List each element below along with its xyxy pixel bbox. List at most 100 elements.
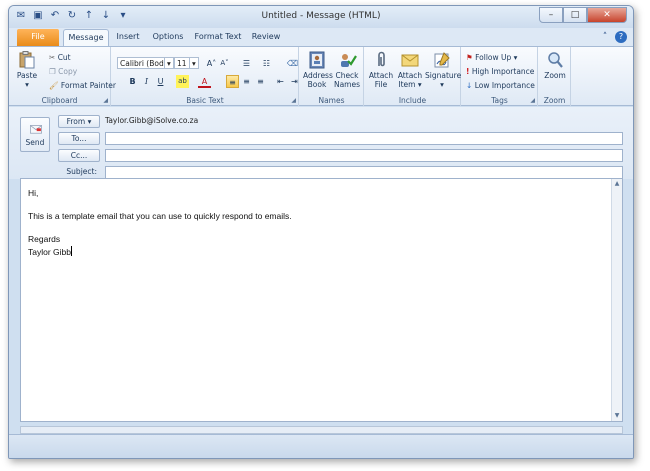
cut-button[interactable]: ✂ Cut — [49, 53, 71, 62]
tab-insert[interactable]: Insert — [111, 29, 145, 46]
tags-launcher-icon[interactable]: ◢ — [530, 97, 535, 104]
paste-button[interactable]: Paste ▾ — [15, 50, 39, 89]
tags-group-label: Tags — [491, 96, 508, 105]
low-importance-button[interactable]: ↓ Low Importance — [466, 81, 535, 90]
underline-button[interactable]: U — [154, 75, 167, 88]
status-bar — [9, 434, 633, 458]
greeting-line: Hi, — [28, 188, 39, 198]
align-center-button[interactable]: ≡ — [240, 75, 253, 88]
cc-button[interactable]: Cc... — [58, 149, 100, 162]
font-selector[interactable]: Calibri (Bod ▾ — [117, 57, 174, 69]
align-right-icon: ≡ — [257, 77, 264, 86]
clipboard-group-label: Clipboard — [41, 96, 78, 105]
from-address: Taylor.Gibb@iSolve.co.za — [105, 116, 199, 125]
paintbrush-icon: 🖌 — [49, 81, 59, 90]
include-group: Attach File Attach Item ▾ Signature ▾ Inclu… — [365, 47, 461, 106]
grow-font-button[interactable]: A˄ — [205, 57, 218, 70]
text-caret — [71, 245, 72, 256]
bullets-button[interactable]: ☰ — [240, 57, 253, 70]
scroll-down-icon[interactable]: ▼ — [612, 411, 622, 421]
clear-formatting-button[interactable]: ⌫ — [286, 57, 299, 70]
people-pane-bar[interactable] — [20, 426, 623, 434]
body-line: This is a template email that you can us… — [28, 211, 292, 221]
high-importance-icon: ! — [466, 67, 470, 76]
align-left-icon: ≡ — [229, 78, 236, 87]
signature-icon — [434, 52, 450, 68]
paste-icon — [19, 51, 35, 69]
tab-options[interactable]: Options — [147, 29, 189, 46]
message-text[interactable]: Hi, This is a template email that you ca… — [28, 188, 292, 258]
font-color-button[interactable]: A — [198, 75, 211, 88]
window-controls: – □ ✕ — [539, 7, 627, 23]
names-group-label: Names — [318, 96, 345, 105]
align-center-icon: ≡ — [243, 77, 250, 86]
magnifier-icon — [548, 52, 563, 68]
font-size-selector[interactable]: 11 ▾ — [174, 57, 199, 69]
check-names-icon — [341, 54, 357, 67]
copy-icon: ❐ — [49, 67, 56, 76]
zoom-group: Zoom Zoom — [539, 47, 571, 106]
to-field[interactable] — [105, 132, 623, 145]
low-importance-icon: ↓ — [466, 81, 473, 90]
shrink-font-button[interactable]: A˅ — [218, 57, 231, 70]
clipboard-launcher-icon[interactable]: ◢ — [103, 97, 108, 104]
tab-file[interactable]: File — [17, 29, 59, 46]
subject-label: Subject: — [66, 167, 97, 176]
tab-message[interactable]: Message — [63, 29, 109, 46]
attach-file-button[interactable]: Attach File — [368, 50, 394, 89]
ribbon: Paste ▾ ✂ Cut ❐ Copy 🖌 Format Painter Cli… — [9, 46, 633, 106]
italic-button[interactable]: I — [140, 75, 153, 88]
copy-button[interactable]: ❐ Copy — [49, 67, 77, 76]
help-icon[interactable]: ? — [615, 31, 627, 43]
align-left-button[interactable]: ≡ — [226, 75, 239, 88]
message-header: Send From ▾ Taylor.Gibb@iSolve.co.za To.… — [9, 107, 633, 179]
minimize-button[interactable]: – — [539, 7, 563, 23]
include-group-label: Include — [398, 96, 427, 105]
zoom-button[interactable]: Zoom — [541, 50, 569, 80]
scroll-up-icon[interactable]: ▲ — [612, 179, 622, 189]
signature-line: Taylor Gibb — [28, 245, 72, 257]
vertical-scrollbar[interactable]: ▲ ▼ — [611, 179, 622, 421]
decrease-indent-icon: ⇤ — [277, 77, 284, 86]
from-button[interactable]: From ▾ — [58, 115, 100, 128]
cc-field[interactable] — [105, 149, 623, 162]
send-icon — [30, 125, 42, 134]
tab-format-text[interactable]: Format Text — [191, 29, 245, 46]
follow-up-button[interactable]: ⚑ Follow Up ▾ — [466, 53, 517, 62]
title-bar: ✉ ▣ ↶ ↻ ↑ ↓ ▾ Untitled - Message (HTML) … — [9, 6, 633, 28]
minimize-ribbon-icon[interactable]: ˄ — [599, 31, 611, 43]
basic-text-launcher-icon[interactable]: ◢ — [291, 97, 296, 104]
address-book-button[interactable]: Address Book — [303, 50, 333, 89]
clipboard-group: Paste ▾ ✂ Cut ❐ Copy 🖌 Format Painter Cli… — [9, 47, 116, 106]
paperclip-icon — [378, 51, 385, 67]
tags-group: ⚑ Follow Up ▾ ! High Importance ↓ Low Im… — [462, 47, 538, 106]
eraser-icon: ⌫ — [286, 59, 299, 68]
flag-icon: ⚑ — [466, 53, 473, 62]
format-painter-button[interactable]: 🖌 Format Painter — [49, 81, 116, 90]
signature-button[interactable]: Signature ▾ — [425, 50, 461, 89]
maximize-button[interactable]: □ — [563, 7, 587, 23]
check-names-button[interactable]: Check Names — [332, 50, 362, 89]
tab-review[interactable]: Review — [247, 29, 285, 46]
numbering-button[interactable]: ☷ — [260, 57, 273, 70]
ribbon-tabs: File Message Insert Options Format Text … — [9, 28, 633, 46]
attach-item-button[interactable]: Attach Item ▾ — [396, 50, 424, 89]
close-button[interactable]: ✕ — [587, 7, 627, 23]
outlook-message-window: ✉ ▣ ↶ ↻ ↑ ↓ ▾ Untitled - Message (HTML) … — [8, 5, 634, 459]
basic-text-group: Calibri (Bod ▾ 11 ▾ A˄ A˅ ☰ ☷ ⌫ B I U ab A… — [112, 47, 299, 106]
basic-text-group-label: Basic Text — [186, 96, 224, 105]
bold-button[interactable]: B — [126, 75, 139, 88]
send-button[interactable]: Send — [20, 117, 50, 152]
address-book-icon — [309, 51, 325, 69]
scissors-icon: ✂ — [49, 53, 56, 62]
zoom-group-label: Zoom — [543, 96, 566, 105]
highlight-button[interactable]: ab — [176, 75, 189, 88]
decrease-indent-button[interactable]: ⇤ — [274, 75, 287, 88]
align-right-button[interactable]: ≡ — [254, 75, 267, 88]
message-body[interactable]: Hi, This is a template email that you ca… — [20, 178, 623, 422]
closing-line: Regards — [28, 234, 61, 244]
high-importance-button[interactable]: ! High Importance — [466, 67, 534, 76]
bullets-icon: ☰ — [242, 59, 251, 68]
to-button[interactable]: To... — [58, 132, 100, 145]
numbering-icon: ☷ — [262, 59, 271, 68]
